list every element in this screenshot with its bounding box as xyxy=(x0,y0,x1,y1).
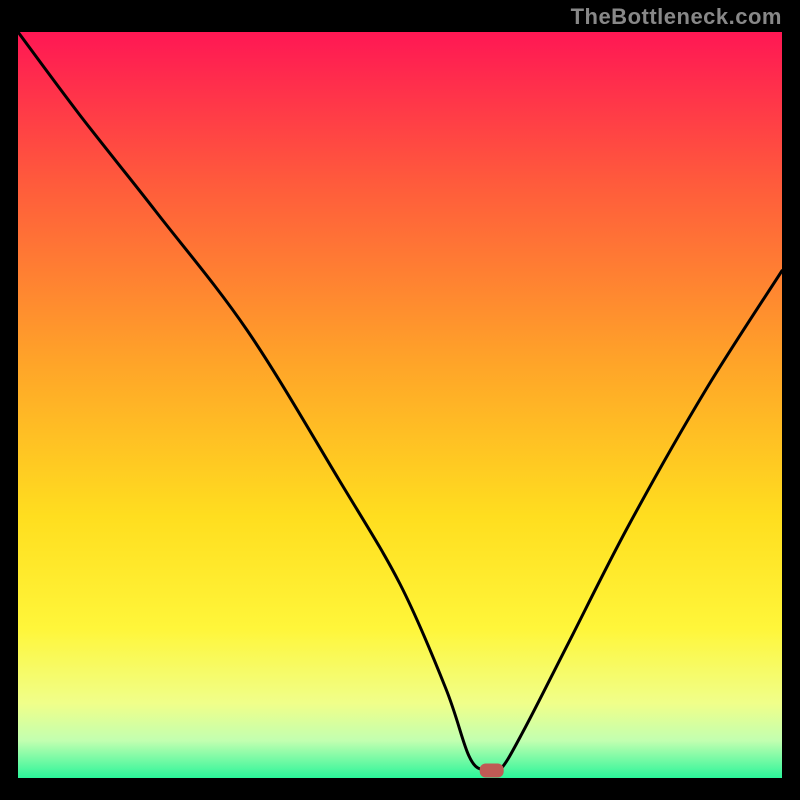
watermark-text: TheBottleneck.com xyxy=(571,4,782,30)
optimal-marker xyxy=(480,764,504,778)
gradient-background xyxy=(18,32,782,778)
bottleneck-chart xyxy=(18,32,782,778)
chart-frame: TheBottleneck.com xyxy=(0,0,800,800)
plot-area xyxy=(18,32,782,778)
